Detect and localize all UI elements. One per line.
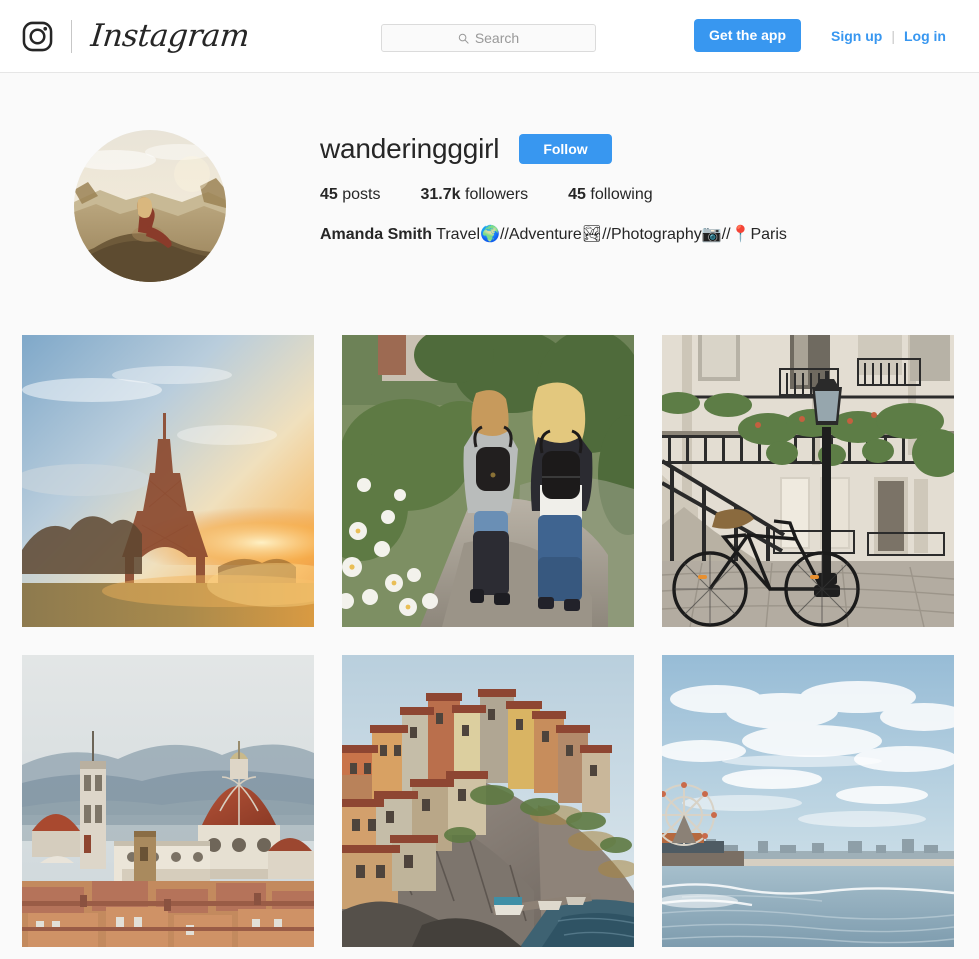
florence-duomo-cityscape-image xyxy=(22,655,314,947)
follow-button[interactable]: Follow xyxy=(519,134,612,165)
instagram-camera-icon[interactable] xyxy=(22,21,53,52)
search-icon xyxy=(458,33,469,44)
instagram-wordmark[interactable]: Instagram xyxy=(89,18,251,54)
profile-stats: 45 posts 31.7k followers 45 following xyxy=(320,186,979,204)
auth-links: Sign up | Log in xyxy=(831,28,946,44)
stat-posts[interactable]: 45 posts xyxy=(320,186,381,204)
auth-separator: | xyxy=(891,27,895,44)
avatar-column xyxy=(0,130,320,282)
stat-following[interactable]: 45 following xyxy=(568,186,653,204)
header-actions: Get the app Sign up | Log in xyxy=(694,19,946,52)
post-tile-4[interactable] xyxy=(22,655,314,947)
post-tile-5[interactable] xyxy=(342,655,634,947)
username-row: wanderingggirl Follow xyxy=(320,133,979,165)
log-in-link[interactable]: Log in xyxy=(904,28,946,44)
post-tile-2[interactable] xyxy=(342,335,634,627)
stat-following-value: 45 xyxy=(568,185,586,203)
profile-info: wanderingggirl Follow 45 posts 31.7k fol… xyxy=(320,130,979,246)
two-women-walking-garden-path-image xyxy=(342,335,634,627)
avatar-image xyxy=(74,130,226,282)
eiffel-tower-sunset-image xyxy=(22,335,314,627)
sign-up-link[interactable]: Sign up xyxy=(831,28,882,44)
cliffside-village-cinque-terre-image xyxy=(342,655,634,947)
brand-divider xyxy=(71,19,72,53)
page-title: wanderingggirl xyxy=(320,133,500,164)
profile-bio: Amanda Smith Travel🌍//Adventure🏞//Photog… xyxy=(320,224,979,246)
stat-posts-label: posts xyxy=(342,185,381,203)
stat-following-label: following xyxy=(590,185,653,203)
get-the-app-button[interactable]: Get the app xyxy=(694,19,802,52)
brand-home-link[interactable]: Instagram xyxy=(22,15,251,57)
stat-posts-value: 45 xyxy=(320,185,338,203)
post-tile-6[interactable] xyxy=(662,655,954,947)
profile-header: wanderingggirl Follow 45 posts 31.7k fol… xyxy=(0,73,979,282)
profile-full-name: Amanda Smith xyxy=(320,225,433,243)
stat-followers-value: 31.7k xyxy=(420,185,461,203)
paris-street-bicycle-lamppost-image xyxy=(662,335,954,627)
search-input[interactable]: Search xyxy=(381,24,596,52)
post-grid xyxy=(0,335,979,947)
site-header: Instagram Search Get the app Sign up | L… xyxy=(0,0,979,73)
stat-followers[interactable]: 31.7k followers xyxy=(421,186,529,204)
santa-monica-pier-ocean-image xyxy=(662,655,954,947)
profile-bio-text: Travel🌍//Adventure🏞//Photography📷//📍Pari… xyxy=(432,225,787,243)
stat-followers-label: followers xyxy=(465,185,529,203)
post-tile-1[interactable] xyxy=(22,335,314,627)
post-tile-3[interactable] xyxy=(662,335,954,627)
avatar[interactable] xyxy=(74,130,226,282)
search-placeholder-text: Search xyxy=(474,30,520,46)
